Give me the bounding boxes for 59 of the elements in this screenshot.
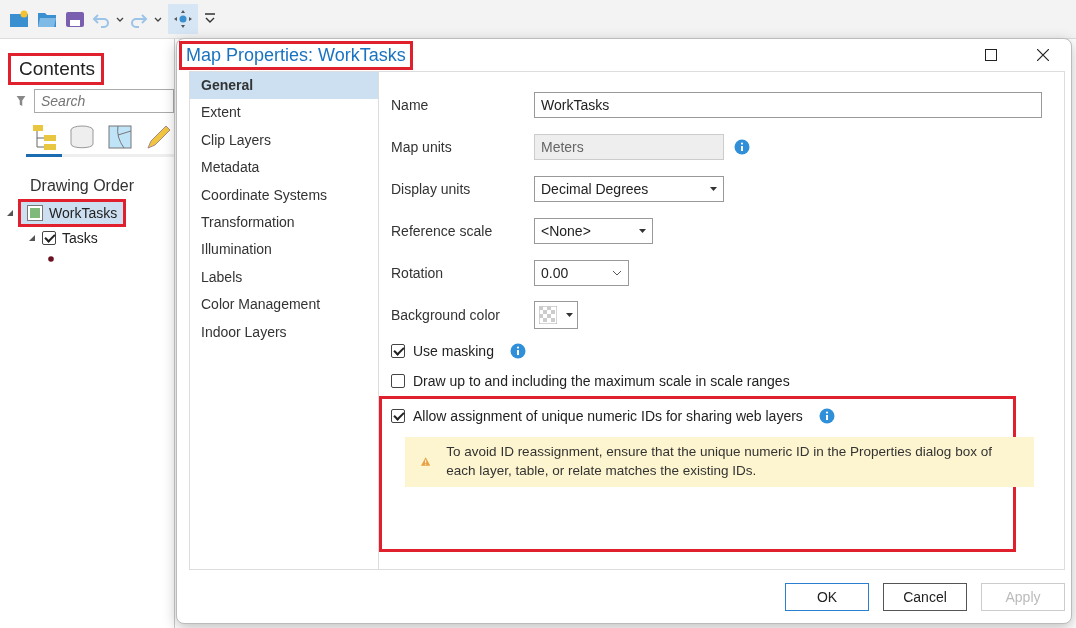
field-label: Name (391, 97, 430, 113)
dialog-button[interactable]: Cancel (883, 583, 967, 611)
nav-item[interactable]: Clip Layers (190, 126, 378, 155)
checkbox[interactable] (391, 344, 405, 358)
point-symbol-icon (48, 256, 54, 262)
nav-item[interactable]: Color Management (190, 291, 378, 319)
field-label: Display units (391, 181, 472, 197)
nav-item[interactable]: Transformation (190, 208, 378, 237)
nav-item[interactable]: Extent (190, 99, 378, 127)
pan-arrows-icon (174, 10, 192, 28)
pane-title: Contents (8, 53, 105, 85)
checkbox[interactable] (391, 409, 405, 423)
combo-box[interactable]: 0.00 (534, 260, 629, 286)
save-icon[interactable] (64, 9, 86, 29)
checkbox-label: Allow assignment of unique numeric IDs for sharing web layers (413, 408, 803, 424)
collapse-triangle-icon[interactable] (28, 234, 36, 242)
caret-down-icon (566, 313, 573, 317)
checkbox-label: Use masking (413, 343, 494, 359)
maximize-icon[interactable] (985, 49, 997, 61)
field-label: Reference scale (391, 223, 494, 239)
checkbox[interactable] (391, 374, 405, 388)
warning-text: To avoid ID reassignment, ensure that the unique numeric ID in the Properties dialog box of each layer, table, or relate matches the existing IDs. (446, 443, 993, 480)
transparent-swatch-icon (539, 306, 557, 324)
section-heading: Drawing Order (30, 177, 136, 195)
map-icon (27, 205, 43, 221)
close-icon[interactable] (1037, 49, 1049, 61)
checkbox-label: Draw up to and including the maximum scale in scale ranges (413, 373, 790, 389)
chevron-down-icon (612, 270, 622, 276)
info-icon[interactable] (734, 139, 750, 155)
nav-item[interactable]: Illumination (190, 236, 378, 264)
dropdown[interactable]: Decimal Degrees (534, 176, 724, 202)
readonly-field: Meters (534, 134, 724, 160)
nav-item[interactable]: Indoor Layers (190, 318, 378, 346)
layer-name: Tasks (62, 230, 98, 246)
nav-item[interactable]: Metadata (190, 154, 378, 182)
view-tab[interactable] (26, 123, 62, 157)
new-project-icon[interactable] (8, 9, 30, 29)
map-layer-item[interactable]: WorkTasks (18, 199, 127, 227)
caret-down-icon (710, 187, 717, 191)
info-icon[interactable] (509, 343, 526, 359)
nav-item[interactable]: Labels (190, 263, 378, 292)
layer-name: WorkTasks (49, 205, 118, 221)
dropdown[interactable]: <None> (534, 218, 653, 244)
info-icon[interactable] (818, 408, 835, 424)
nav-item[interactable]: General (190, 72, 378, 100)
field-label: Background color (391, 307, 501, 323)
warning-icon (421, 455, 431, 469)
navigate-button[interactable] (168, 4, 198, 34)
field-label: Rotation (391, 265, 445, 281)
nav-item[interactable]: Coordinate Systems (190, 181, 378, 209)
search-field[interactable]: Search (34, 89, 174, 113)
dialog-title: Map Properties: WorkTasks (179, 40, 413, 70)
field-label: Map units (391, 139, 453, 155)
dialog-button[interactable]: OK (785, 583, 869, 611)
name-field[interactable]: WorkTasks (534, 92, 1042, 118)
layer-checkbox[interactable] (42, 231, 56, 245)
caret-down-icon (639, 229, 646, 233)
color-picker-button[interactable] (534, 301, 578, 329)
collapse-triangle-icon[interactable] (6, 209, 14, 217)
